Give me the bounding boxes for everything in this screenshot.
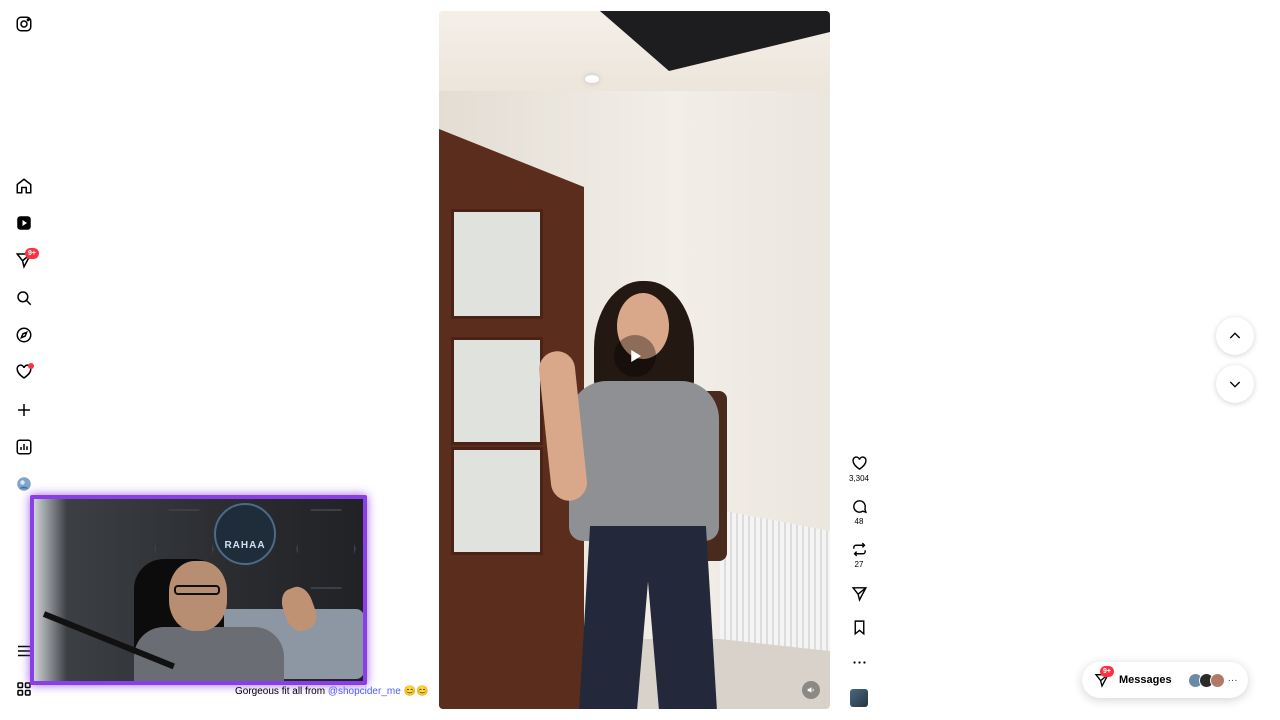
comment-button[interactable]: 48 [848,498,870,526]
dashboard-icon[interactable] [14,437,34,457]
door-pane-middle [451,337,543,445]
webcam-person-glasses [174,585,220,595]
save-bookmark-button[interactable] [848,619,870,636]
door-pane-bottom [451,447,543,555]
messages-icon[interactable]: 9+ [14,248,39,270]
messages-badge: 9+ [25,248,39,259]
like-button[interactable]: 3,304 [848,455,870,483]
previous-reel-button[interactable] [1216,317,1254,355]
messages-label: Messages [1119,674,1172,686]
instagram-reels-page: 9+ RAHAA Gorgeous fit all from @shopcide… [0,0,1280,720]
next-reel-button[interactable] [1216,365,1254,403]
home-icon[interactable] [14,176,34,196]
caption-handle-link[interactable]: @shopcider_me [328,686,401,697]
create-icon[interactable] [14,400,34,420]
repost-button[interactable]: 27 [848,541,870,569]
reels-icon[interactable] [14,213,34,233]
more-options-button[interactable] [848,654,870,671]
instagram-logo-icon[interactable] [14,14,34,34]
webcam-logo: RAHAA [214,503,276,565]
person-top [569,381,719,541]
explore-icon[interactable] [14,325,34,345]
reel-video[interactable] [439,11,830,709]
notifications-icon[interactable] [14,362,34,382]
comment-count: 48 [854,517,864,526]
audio-thumbnail[interactable] [850,689,868,707]
avatar [1209,672,1225,688]
reel-caption: Gorgeous fit all from @shopcider_me 😊😊 [235,686,428,697]
video-scene-light [585,75,599,83]
profile-avatar[interactable] [14,474,34,494]
notification-dot [28,363,34,369]
messages-badge: 9+ [1100,666,1114,677]
search-icon[interactable] [14,288,34,308]
caption-text: Gorgeous fit all from [235,686,328,697]
streamer-webcam-overlay: RAHAA [30,495,367,685]
messages-send-icon: 9+ [1094,666,1114,688]
messages-more-icon: ··· [1227,674,1238,686]
messages-avatars [1187,672,1225,688]
webcam-person-head [169,561,227,631]
repost-count: 27 [854,560,864,569]
messages-drawer-button[interactable]: 9+ Messages ··· [1082,662,1248,698]
caption-emoji: 😊😊 [403,686,429,697]
share-button[interactable] [848,585,870,602]
like-count: 3,304 [848,474,870,483]
mute-toggle-icon[interactable] [802,681,820,699]
door-pane-top [451,209,543,319]
play-button[interactable] [614,335,656,377]
